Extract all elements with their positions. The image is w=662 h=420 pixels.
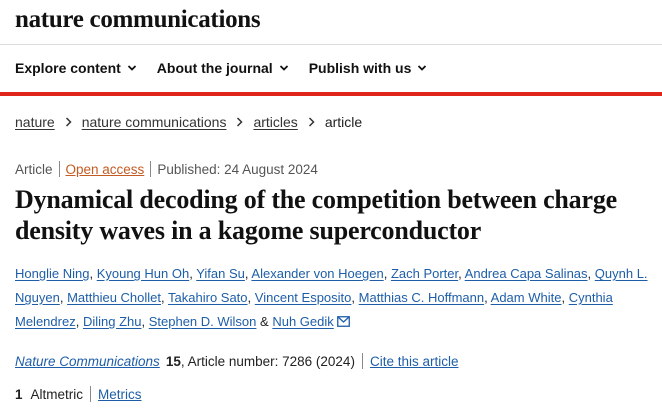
main-nav: Explore content About the journal Publis…	[15, 60, 427, 76]
author-link[interactable]: Adam White	[491, 290, 562, 305]
metrics-link[interactable]: Metrics	[98, 387, 142, 402]
author-separator: ,	[141, 314, 146, 329]
citation-divider	[361, 353, 363, 369]
nav-about-the-journal-label: About the journal	[156, 60, 273, 76]
author-link[interactable]: Vincent Esposito	[255, 290, 352, 305]
author-link[interactable]: Alexander von Hoegen	[251, 266, 383, 281]
author-link[interactable]: Matthieu Chollet	[67, 290, 161, 305]
author-separator: ,	[189, 266, 193, 281]
chevron-right-icon	[308, 117, 315, 127]
meta-divider	[150, 161, 152, 177]
nav-about-the-journal[interactable]: About the journal	[157, 60, 289, 76]
chevron-down-icon	[418, 65, 427, 71]
chevron-down-icon	[279, 65, 288, 71]
chevron-right-icon	[237, 117, 244, 127]
article-type: Article	[15, 161, 53, 177]
author-separator: ,	[75, 314, 80, 329]
author-separator: ,	[484, 290, 488, 305]
author-link[interactable]: Andrea Capa Salinas	[465, 266, 588, 281]
corresponding-author-link[interactable]: Nuh Gedik	[272, 314, 333, 329]
article-title: Dynamical decoding of the competition be…	[15, 185, 617, 245]
volume-number: 15	[165, 353, 181, 369]
mail-icon[interactable]	[336, 316, 350, 327]
author-link[interactable]: Kyoung Hun Oh	[97, 266, 190, 281]
author-link[interactable]: Matthias C. Hoffmann	[359, 290, 484, 305]
author-list: Honglie Ning, Kyoung Hun Oh, Yifan Su, A…	[15, 262, 649, 334]
article-number: , Article number: 7286 (2024)	[180, 353, 355, 369]
altmetric-label: Altmetric	[30, 386, 84, 402]
breadcrumb-current: article	[324, 114, 363, 130]
accent-bar	[0, 92, 662, 96]
author-separator: ,	[383, 266, 388, 281]
author-separator: ,	[244, 266, 249, 281]
author-link[interactable]: Honglie Ning	[15, 266, 89, 281]
nav-publish-with-us-label: Publish with us	[308, 60, 412, 76]
author-link[interactable]: Yifan Su	[196, 266, 245, 281]
author-link[interactable]: Zach Porter	[391, 266, 458, 281]
cite-this-article-link[interactable]: Cite this article	[370, 354, 459, 369]
breadcrumb-nature-communications[interactable]: nature communications	[82, 114, 227, 130]
breadcrumb: nature nature communications articles ar…	[15, 114, 362, 130]
author-separator: ,	[89, 266, 94, 281]
metrics-divider	[90, 386, 92, 402]
author-ampersand: &	[260, 314, 269, 329]
header-divider	[0, 44, 662, 45]
chevron-right-icon	[65, 117, 72, 127]
article-meta: Article Open access Published: 24 August…	[15, 161, 318, 177]
citation-line: Nature Communications 15 , Article numbe…	[15, 353, 458, 369]
author-separator: ,	[561, 290, 566, 305]
nav-explore-content-label: Explore content	[15, 60, 121, 76]
nav-explore-content[interactable]: Explore content	[15, 60, 137, 76]
metrics-bar: 1 Altmetric Metrics	[15, 386, 142, 402]
author-separator: ,	[587, 266, 592, 281]
open-access-link[interactable]: Open access	[66, 162, 145, 177]
author-link[interactable]: Stephen D. Wilson	[149, 314, 257, 329]
journal-logo[interactable]: nature communications	[15, 6, 261, 34]
journal-link[interactable]: Nature Communications	[15, 354, 160, 369]
author-separator: ,	[161, 290, 165, 305]
meta-divider	[58, 161, 60, 177]
author-link[interactable]: Takahiro Sato	[168, 290, 248, 305]
author-separator: ,	[458, 266, 462, 281]
author-separator: ,	[59, 290, 64, 305]
nav-publish-with-us[interactable]: Publish with us	[309, 60, 428, 76]
author-link[interactable]: Diling Zhu	[83, 314, 142, 329]
author-separator: ,	[351, 290, 356, 305]
breadcrumb-nature[interactable]: nature	[15, 114, 55, 130]
altmetric-score: 1	[15, 386, 23, 402]
breadcrumb-articles[interactable]: articles	[253, 114, 297, 130]
published-date: Published: 24 August 2024	[157, 161, 318, 177]
chevron-down-icon	[127, 65, 136, 71]
site-header: nature communications Explore content Ab…	[0, 0, 662, 96]
author-separator: ,	[247, 290, 252, 305]
